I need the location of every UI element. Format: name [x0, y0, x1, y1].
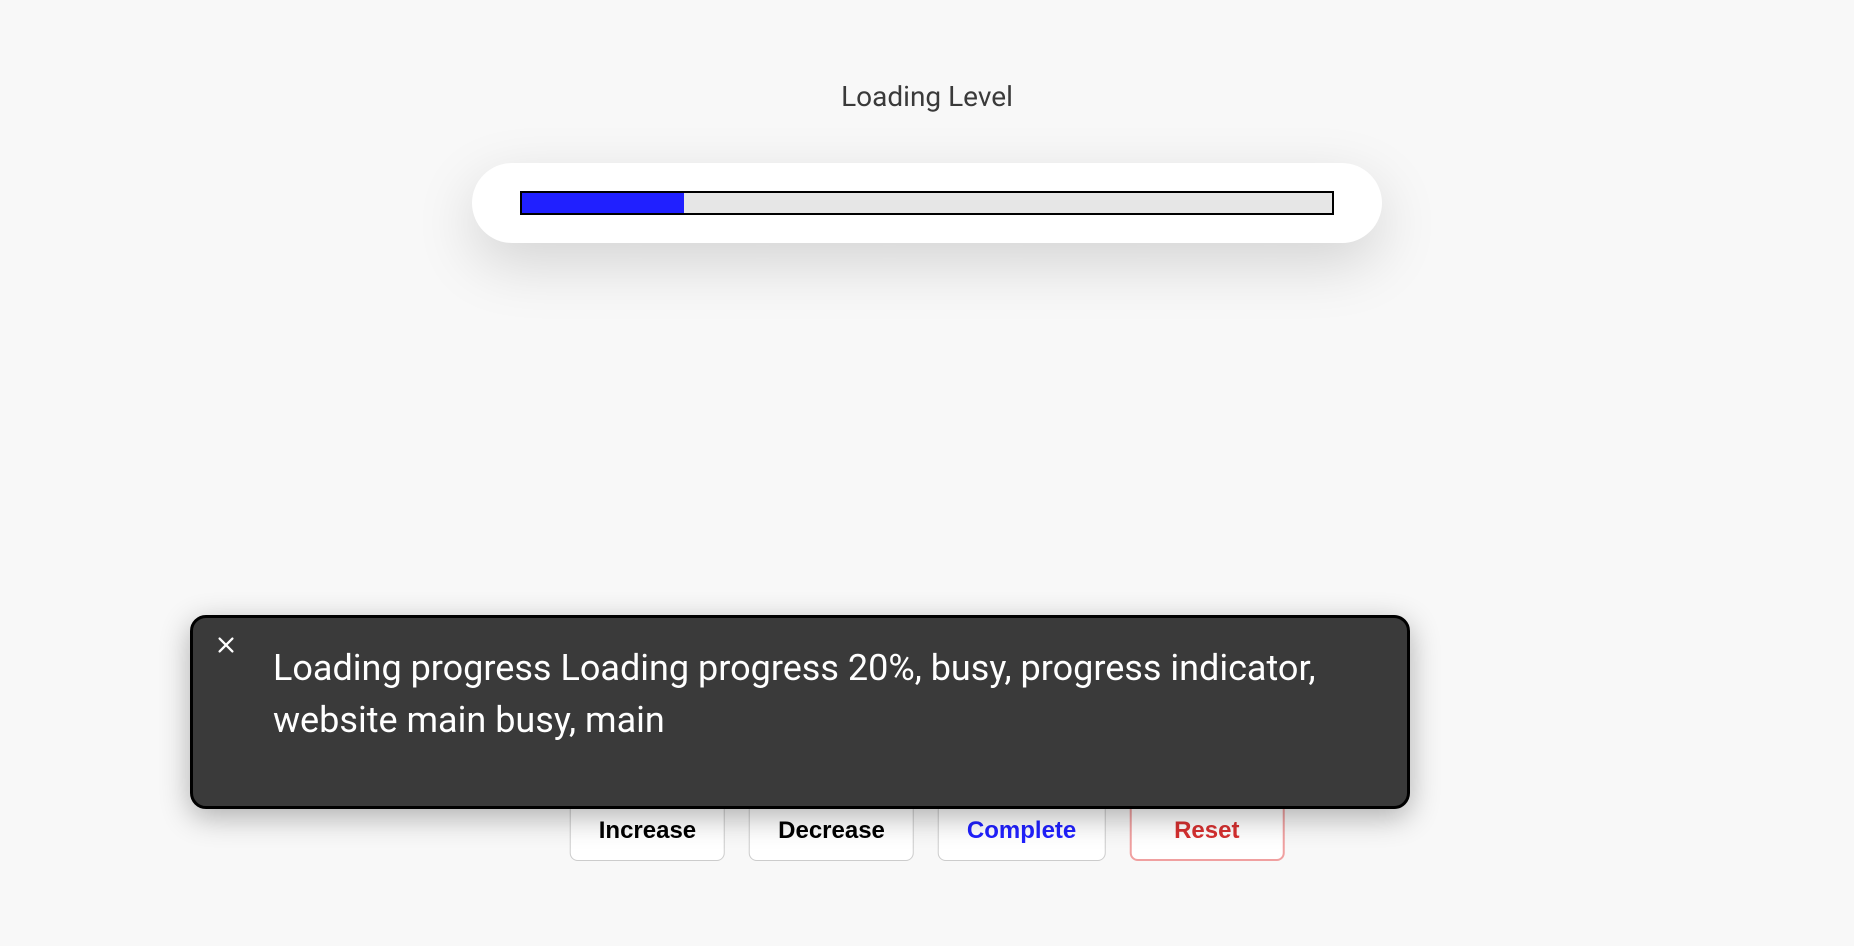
progress-container: [472, 163, 1382, 243]
accessibility-overlay: Loading progress Loading progress 20%, b…: [190, 615, 1410, 809]
overlay-text: Loading progress Loading progress 20%, b…: [273, 642, 1347, 746]
complete-button[interactable]: Complete: [938, 801, 1105, 861]
buttons-row: Increase Decrease Complete Reset: [570, 801, 1285, 861]
reset-button[interactable]: Reset: [1129, 801, 1284, 861]
progress-bar: [520, 191, 1334, 215]
close-icon[interactable]: [215, 634, 237, 656]
progress-fill: [522, 193, 684, 213]
increase-button[interactable]: Increase: [570, 801, 725, 861]
page-title: Loading Level: [841, 80, 1013, 113]
decrease-button[interactable]: Decrease: [749, 801, 914, 861]
main-container: Loading Level: [0, 0, 1854, 243]
